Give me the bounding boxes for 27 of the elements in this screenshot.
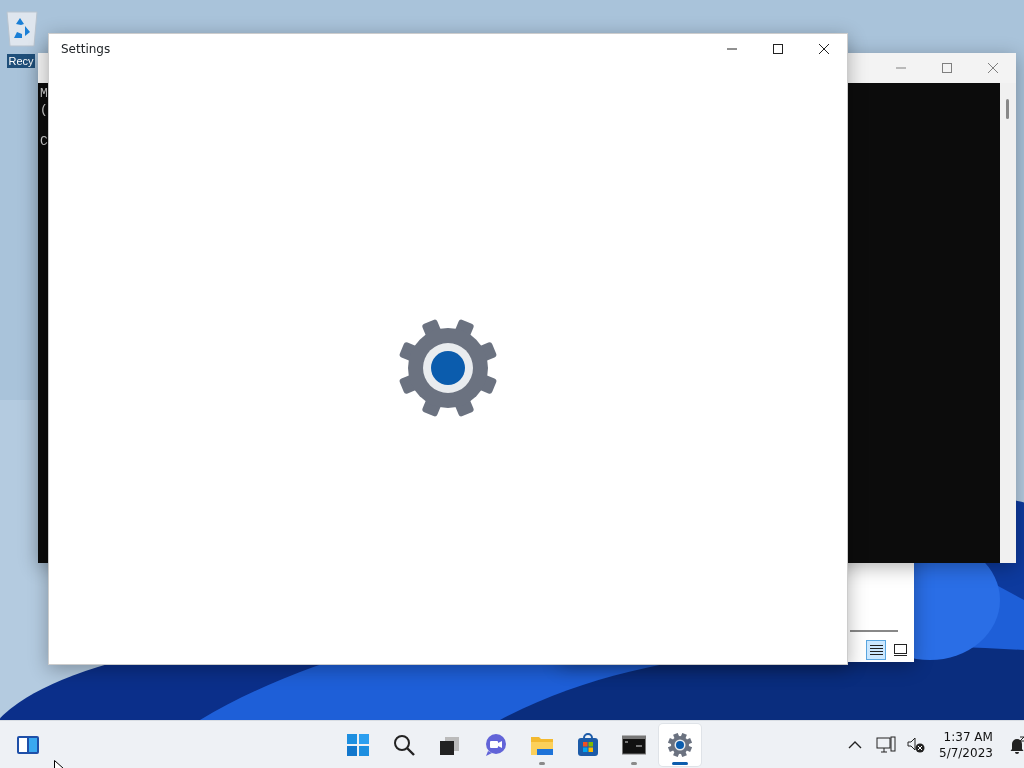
list-icon: [869, 644, 883, 656]
speaker-muted-icon: [907, 737, 925, 753]
maximize-icon: [941, 62, 953, 74]
clock-button[interactable]: 1:37 AM 5/7/2023: [935, 724, 997, 766]
search-icon: [392, 733, 416, 757]
taskbar-button[interactable]: [659, 724, 701, 766]
gear-icon: [668, 733, 692, 757]
window-title: Settings: [60, 41, 111, 58]
settings-gear-icon: [398, 318, 498, 418]
close-icon: [987, 62, 999, 74]
console-line: M: [40, 86, 49, 102]
widgets-icon: [16, 735, 40, 755]
recycle-bin-icon: [4, 8, 40, 48]
chevron-up-icon: [848, 741, 862, 749]
icon-label[interactable]: Recy: [7, 54, 35, 68]
maximize-icon: [772, 43, 784, 55]
monitor-icon: [876, 736, 896, 754]
store-icon: [576, 733, 600, 757]
close-icon: [818, 43, 830, 55]
chat-icon: [484, 733, 508, 757]
square-icon: [893, 644, 907, 656]
console-line: (: [40, 102, 49, 118]
console-line: C: [40, 134, 49, 150]
start-icon: [346, 733, 370, 757]
details-view-button[interactable]: [866, 640, 886, 660]
scrollbar-thumb[interactable]: [1006, 99, 1009, 119]
console-icon: [622, 733, 646, 757]
